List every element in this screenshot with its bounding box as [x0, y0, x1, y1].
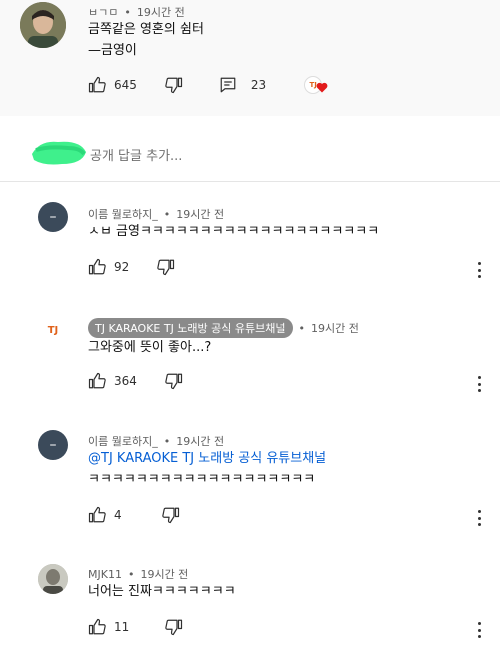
- reply-2-avatar-text: TJ: [47, 325, 59, 336]
- comment-text-line1: 금쪽같은 영혼의 쉼터: [88, 22, 204, 37]
- reply-3-more-icon[interactable]: [476, 510, 482, 526]
- reply-3-avatar-letter: –: [49, 437, 57, 453]
- reply-4-like-count: 11: [114, 620, 130, 634]
- my-avatar: [28, 136, 90, 168]
- reply-2-like-button[interactable]: 364: [88, 372, 137, 390]
- thumbs-up-icon: [88, 618, 106, 635]
- reply-3-like-button[interactable]: 4: [88, 506, 122, 524]
- thumbs-up-icon: [88, 258, 106, 275]
- reply-1-like-button[interactable]: 92: [88, 258, 129, 276]
- reply-4-actions: 11: [88, 616, 183, 638]
- reply-1-more-icon[interactable]: [476, 262, 482, 278]
- thumbs-down-icon: [157, 259, 175, 276]
- comment-meta: ㅂㄱㅁ • 19시간 전: [88, 6, 185, 19]
- reply-4-like-button[interactable]: 11: [88, 618, 129, 636]
- reply-2-actions: 364: [88, 370, 183, 392]
- reply-3-actions: 4: [88, 504, 180, 526]
- reply-3-author[interactable]: 이름 뭘로하지_: [88, 435, 158, 448]
- thumbs-up-icon: [88, 372, 106, 389]
- dislike-button[interactable]: [165, 76, 183, 94]
- reply-count: 23: [250, 78, 267, 92]
- user-photo-icon: [38, 564, 68, 594]
- reply-4-meta: MJK11 • 19시간 전: [88, 568, 189, 581]
- reply-3-avatar[interactable]: –: [38, 430, 68, 460]
- thumbs-down-icon: [165, 373, 183, 390]
- reply-2-text: 그와중에 뜻이 좋아...?: [88, 340, 212, 355]
- reply-2-time[interactable]: 19시간 전: [311, 322, 359, 335]
- comment-icon: [220, 77, 236, 93]
- reply-input[interactable]: 공개 답글 추가...: [90, 145, 470, 165]
- reply-2-like-count: 364: [114, 374, 137, 388]
- reply-3-mention-link[interactable]: @TJ KARAOKE TJ 노래방 공식 유튜브채널: [88, 449, 326, 469]
- thumbs-down-icon: [165, 77, 183, 94]
- author-photo-icon: [20, 2, 66, 48]
- comment-text-line2: —금영이: [88, 43, 137, 58]
- author-avatar[interactable]: [20, 2, 66, 48]
- reply-count-button[interactable]: 23: [219, 76, 266, 94]
- scribble-redaction-icon: [32, 141, 86, 165]
- main-comment: ㅂㄱㅁ • 19시간 전 금쪽같은 영혼의 쉼터 —금영이 645 23 TJ: [0, 0, 500, 116]
- reply-1-actions: 92: [88, 256, 175, 278]
- reply-1-avatar-letter: –: [49, 209, 57, 225]
- reply-1-dislike-button[interactable]: [157, 258, 175, 276]
- reply-3-time[interactable]: 19시간 전: [176, 435, 224, 448]
- reply-4-text: 너어는 진짜ㅋㅋㅋㅋㅋㅋㅋ: [88, 584, 236, 599]
- reply-2-more-icon[interactable]: [476, 376, 482, 392]
- reply-1-time[interactable]: 19시간 전: [176, 208, 224, 221]
- reply-2-author-chip[interactable]: TJ KARAOKE TJ 노래방 공식 유튜브채널: [88, 318, 293, 338]
- reply-2-meta: TJ KARAOKE TJ 노래방 공식 유튜브채널 • 19시간 전: [88, 318, 359, 338]
- reply-4-avatar[interactable]: [38, 564, 68, 594]
- reply-4-more-icon[interactable]: [476, 622, 482, 638]
- reply-1-avatar[interactable]: –: [38, 202, 68, 232]
- heart-icon: [316, 82, 328, 93]
- author-name[interactable]: ㅂㄱㅁ: [88, 6, 118, 19]
- reply-3-dislike-button[interactable]: [161, 506, 180, 524]
- reply-1-author[interactable]: 이름 뭘로하지_: [88, 208, 158, 221]
- thumbs-down-icon: [161, 507, 179, 524]
- reply-2-dislike-button[interactable]: [165, 372, 183, 390]
- reply-3-like-count: 4: [114, 508, 122, 522]
- reply-1-meta: 이름 뭘로하지_ • 19시간 전: [88, 208, 225, 221]
- reply-1-like-count: 92: [114, 260, 130, 274]
- thumbs-down-icon: [165, 619, 183, 636]
- reply-placeholder: 공개 답글 추가...: [90, 149, 183, 164]
- reply-4-dislike-button[interactable]: [165, 618, 183, 636]
- like-count: 645: [114, 78, 137, 92]
- comment-actions: 645 23 TJ: [88, 74, 330, 96]
- creator-heart: TJ: [304, 74, 330, 96]
- reply-4-author[interactable]: MJK11: [88, 568, 122, 581]
- thumbs-up-icon: [88, 76, 106, 93]
- reply-1-text: ㅅㅂ 금영ㅋㅋㅋㅋㅋㅋㅋㅋㅋㅋㅋㅋㅋㅋㅋㅋㅋㅋㅋㅋ: [88, 224, 380, 239]
- thumbs-up-icon: [88, 506, 106, 523]
- reply-4-time[interactable]: 19시간 전: [140, 568, 188, 581]
- reply-3-text: ㅋㅋㅋㅋㅋㅋㅋㅋㅋㅋㅋㅋㅋㅋㅋㅋㅋㅋㅋ: [88, 472, 316, 487]
- reply-3-meta: 이름 뭘로하지_ • 19시간 전: [88, 435, 225, 448]
- reply-2-avatar[interactable]: TJ: [38, 316, 68, 346]
- comment-time[interactable]: 19시간 전: [137, 6, 185, 19]
- reply-input-underline: [0, 181, 500, 182]
- like-button[interactable]: 645: [88, 76, 137, 94]
